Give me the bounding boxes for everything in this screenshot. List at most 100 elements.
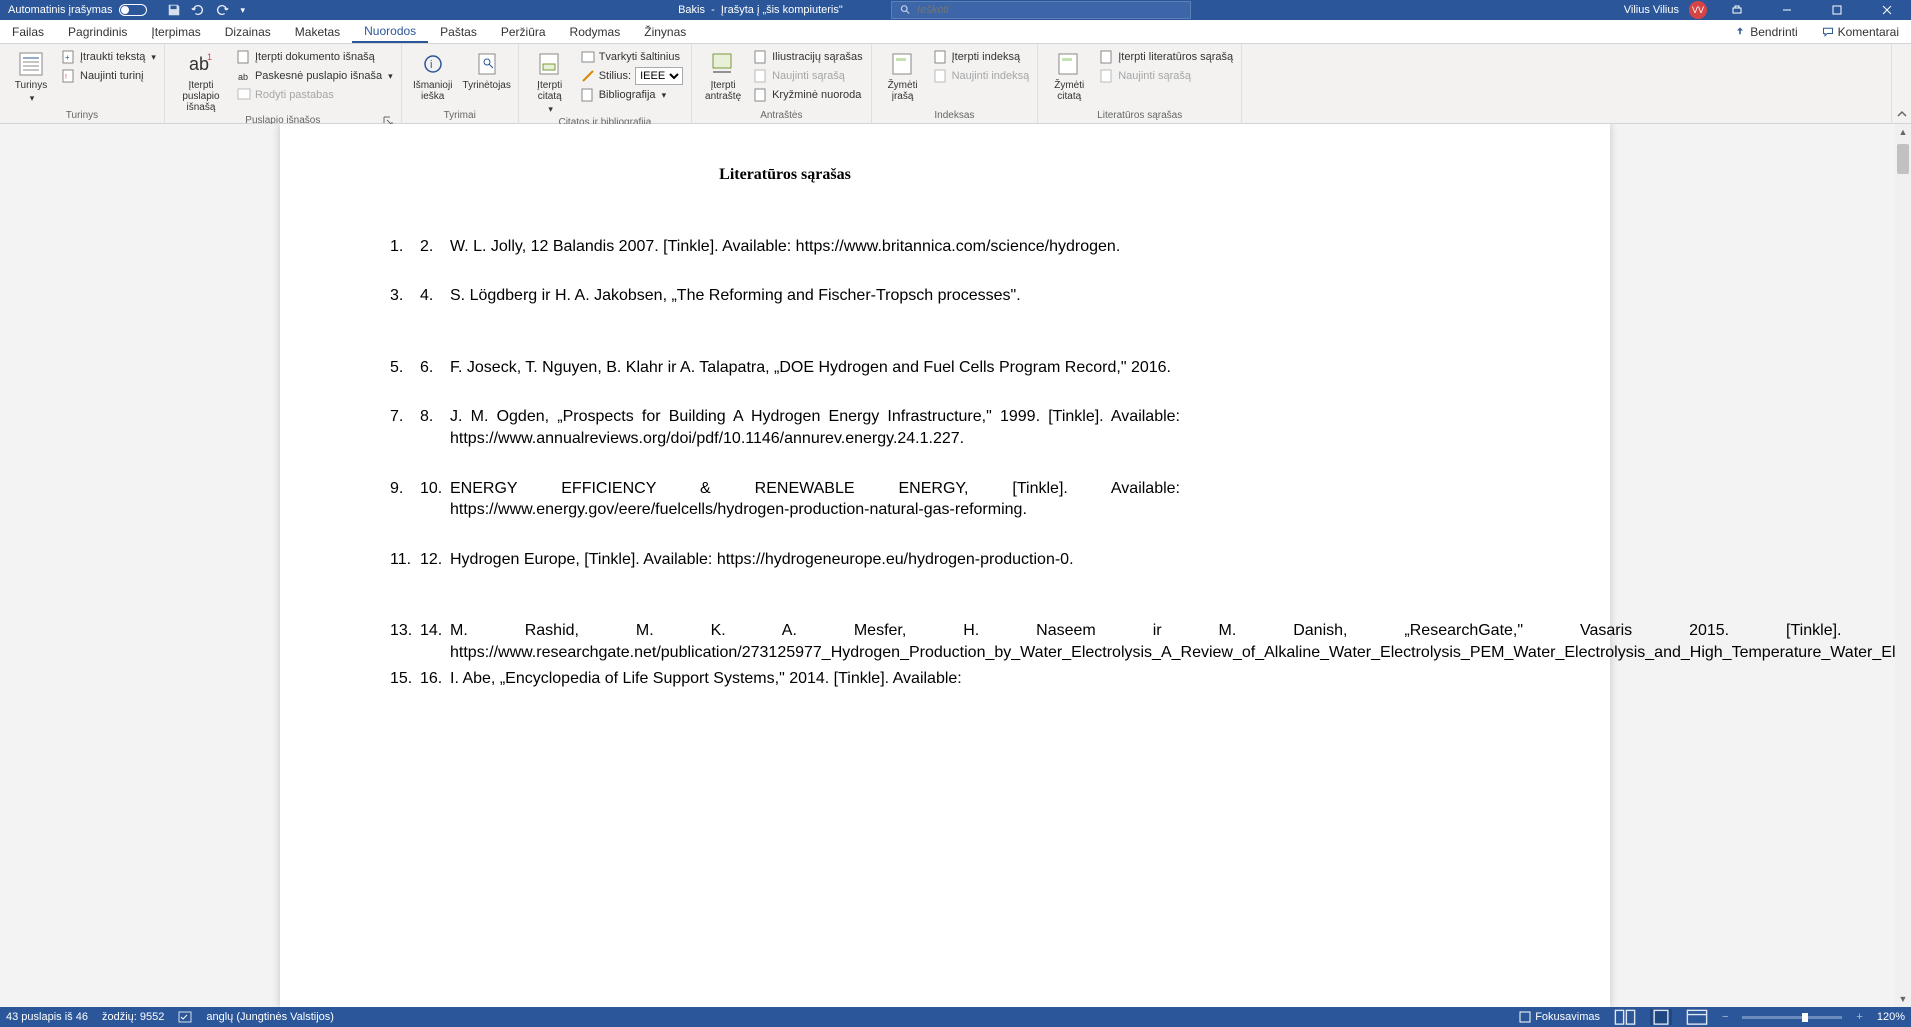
tab-rodymas[interactable]: Rodymas xyxy=(558,20,633,43)
insert-endnote-button[interactable]: Įterpti dokumento išnašą xyxy=(235,48,395,66)
tab-pagrindinis[interactable]: Pagrindinis xyxy=(56,20,139,43)
tab-dizainas[interactable]: Dizainas xyxy=(213,20,283,43)
toggle-switch-icon xyxy=(119,4,147,16)
bibliography-button[interactable]: Bibliografija▾ xyxy=(579,86,685,104)
update-figures-button[interactable]: Naujinti sąrašą xyxy=(752,67,864,85)
tab-perziura[interactable]: Peržiūra xyxy=(489,20,558,43)
print-layout-icon[interactable] xyxy=(1650,1009,1672,1025)
mark-entry-icon xyxy=(889,50,917,78)
refresh-icon xyxy=(1100,69,1114,83)
tab-iterpimas[interactable]: Įterpimas xyxy=(139,20,212,43)
update-toa-button[interactable]: Naujinti sąrašą xyxy=(1098,67,1235,85)
table-of-figures-button[interactable]: Iliustracijų sąrašas xyxy=(752,48,864,66)
reference-row: 9.10.ENERGY EFFICIENCY & RENEWABLE ENERG… xyxy=(390,478,1180,521)
maximize-button[interactable] xyxy=(1817,0,1857,20)
group-citations: Įterpti citatą▾ Tvarkyti šaltinius Stili… xyxy=(519,44,692,123)
manage-sources-button[interactable]: Tvarkyti šaltinius xyxy=(579,48,685,66)
user-name[interactable]: Vilius Vilius xyxy=(1624,4,1679,16)
share-button[interactable]: Bendrinti xyxy=(1722,20,1809,43)
status-bar: 43 puslapis iš 46 žodžių: 9552 anglų (Ju… xyxy=(0,1007,1911,1027)
page-info[interactable]: 43 puslapis iš 46 xyxy=(6,1011,88,1023)
cross-reference-button[interactable]: Kryžminė nuoroda xyxy=(752,86,864,104)
autosave-toggle[interactable]: Automatinis įrašymas xyxy=(8,4,147,16)
group-label: Antraštės xyxy=(698,108,864,123)
document-page[interactable]: Literatūros sąrašas 1.2.W. L. Jolly, 12 … xyxy=(280,124,1610,1007)
vertical-scrollbar[interactable]: ▲ ▼ xyxy=(1895,124,1911,1007)
researcher-icon xyxy=(473,50,501,78)
undo-icon[interactable] xyxy=(191,3,205,17)
zoom-slider[interactable] xyxy=(1742,1016,1842,1019)
scroll-up-button[interactable]: ▲ xyxy=(1895,124,1911,140)
add-text-button[interactable]: +Įtraukti tekstą▾ xyxy=(60,48,158,66)
insert-toa-button[interactable]: Įterpti literatūros sąrašą xyxy=(1098,48,1235,66)
comments-button[interactable]: Komentarai xyxy=(1810,20,1911,43)
focus-mode-button[interactable]: Fokusavimas xyxy=(1519,1011,1600,1023)
ribbon-options-icon[interactable] xyxy=(1717,0,1757,20)
ref-text: ENERGY EFFICIENCY & RENEWABLE ENERGY, [T… xyxy=(450,478,1180,521)
scroll-thumb[interactable] xyxy=(1897,144,1909,174)
tab-failas[interactable]: Failas xyxy=(0,20,56,43)
title-bar: Automatinis įrašymas ▾ Bakis - Įrašyta į… xyxy=(0,0,1911,20)
spellcheck-icon[interactable] xyxy=(178,1011,192,1023)
tab-maketas[interactable]: Maketas xyxy=(283,20,352,43)
refresh-icon xyxy=(754,69,768,83)
ref-number-inner: 8. xyxy=(420,406,450,449)
ref-number-outer: 13. xyxy=(390,620,420,663)
ref-number-outer: 7. xyxy=(390,406,420,449)
ref-number-outer: 5. xyxy=(390,357,420,379)
ref-text: W. L. Jolly, 12 Balandis 2007. [Tinkle].… xyxy=(450,236,1180,258)
ref-text: I. Abe, „Encyclopedia of Life Support Sy… xyxy=(450,668,1180,690)
reference-row: 13.14.M. Rashid, M. K. A. Mesfer, H. Nas… xyxy=(390,620,1180,663)
word-count[interactable]: žodžių: 9552 xyxy=(102,1011,164,1023)
refresh-icon: ! xyxy=(62,69,76,83)
tab-nuorodos[interactable]: Nuorodos xyxy=(352,20,428,43)
smart-lookup-button[interactable]: i Išmanioji ieška xyxy=(408,48,458,102)
ref-number-inner: 6. xyxy=(420,357,450,379)
search-input[interactable] xyxy=(917,4,1182,16)
user-avatar[interactable]: VV xyxy=(1689,1,1707,19)
toc-button[interactable]: Turinys▾ xyxy=(6,48,56,104)
ribbon: Turinys▾ +Įtraukti tekstą▾ !Naujinti tur… xyxy=(0,44,1911,124)
bibliography-icon xyxy=(581,88,595,102)
figures-list-icon xyxy=(754,50,768,64)
svg-text:i: i xyxy=(430,59,432,71)
tab-zinynas[interactable]: Žinynas xyxy=(632,20,698,43)
manage-sources-icon xyxy=(581,50,595,64)
group-captions: Įterpti antraštę Iliustracijų sąrašas Na… xyxy=(692,44,871,123)
style-dropdown[interactable]: IEEE xyxy=(635,67,683,85)
insert-footnote-button[interactable]: ab1 Įterpti puslapio išnašą xyxy=(171,48,231,113)
tab-pastas[interactable]: Paštas xyxy=(428,20,489,43)
researcher-button[interactable]: Tyrinėtojas xyxy=(462,48,512,91)
mark-citation-button[interactable]: Žymėti citatą xyxy=(1044,48,1094,102)
update-index-button[interactable]: Naujinti indeksą xyxy=(932,67,1032,85)
search-box[interactable] xyxy=(891,1,1191,19)
collapse-ribbon-button[interactable] xyxy=(1891,44,1911,123)
reference-row: 11.12.Hydrogen Europe, [Tinkle]. Availab… xyxy=(390,549,1180,571)
ref-number-inner: 2. xyxy=(420,236,450,258)
citation-style-select[interactable]: Stilius: IEEE xyxy=(579,67,685,85)
language-status[interactable]: anglų (Jungtinės Valstijos) xyxy=(206,1011,334,1023)
read-mode-icon[interactable] xyxy=(1614,1009,1636,1025)
minimize-button[interactable] xyxy=(1767,0,1807,20)
zoom-level[interactable]: 120% xyxy=(1877,1011,1905,1023)
save-icon[interactable] xyxy=(167,3,181,17)
zoom-in-button[interactable]: + xyxy=(1856,1011,1862,1023)
insert-caption-button[interactable]: Įterpti antraštę xyxy=(698,48,748,102)
style-icon xyxy=(581,69,595,83)
next-footnote-button[interactable]: abPaskesnė puslapio išnaša▾ xyxy=(235,67,395,85)
mark-citation-icon xyxy=(1055,50,1083,78)
update-toc-button[interactable]: !Naujinti turinį xyxy=(60,67,158,85)
close-button[interactable] xyxy=(1867,0,1907,20)
insert-citation-button[interactable]: Įterpti citatą▾ xyxy=(525,48,575,115)
show-notes-button[interactable]: Rodyti pastabas xyxy=(235,86,395,104)
scroll-down-button[interactable]: ▼ xyxy=(1895,991,1911,1007)
zoom-out-button[interactable]: − xyxy=(1722,1011,1728,1023)
mark-entry-button[interactable]: Žymėti įrašą xyxy=(878,48,928,102)
chevron-up-icon xyxy=(1897,109,1907,119)
reference-row: 7.8.J. M. Ogden, „Prospects for Building… xyxy=(390,406,1180,449)
insert-toa-icon xyxy=(1100,50,1114,64)
redo-icon[interactable] xyxy=(215,3,229,17)
insert-index-button[interactable]: Įterpti indeksą xyxy=(932,48,1032,66)
share-icon xyxy=(1734,26,1746,38)
web-layout-icon[interactable] xyxy=(1686,1009,1708,1025)
